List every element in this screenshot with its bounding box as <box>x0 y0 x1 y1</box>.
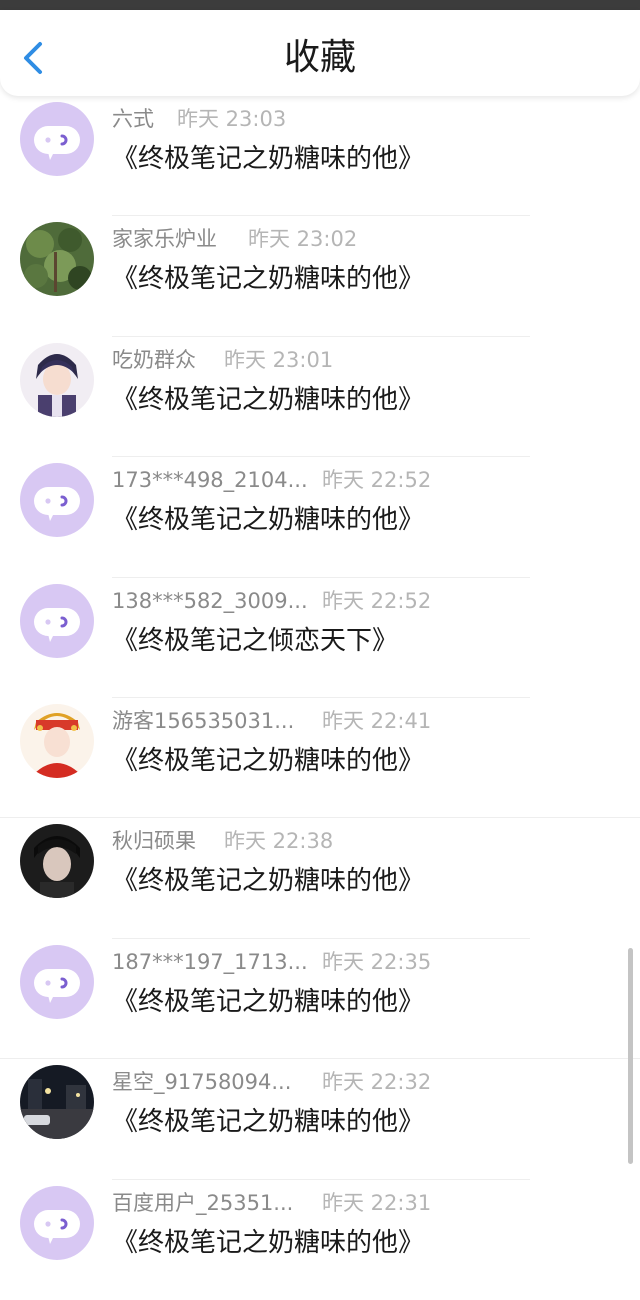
username: 游客156535031... <box>112 708 295 733</box>
list-item[interactable]: 173***498_2104... 昨天 22:52 《终极笔记之奶糖味的他》 <box>0 457 640 578</box>
default-chat-avatar[interactable] <box>20 463 94 538</box>
list-item[interactable]: 游客156535031... 昨天 22:41 《终极笔记之奶糖味的他》 <box>0 698 640 819</box>
user-avatar[interactable] <box>20 1065 94 1140</box>
username: 秋归硕果 <box>112 829 196 854</box>
username: 173***498_2104... <box>112 468 308 493</box>
default-chat-avatar[interactable] <box>20 944 94 1019</box>
list-item[interactable]: 吃奶群众 昨天 23:01 《终极笔记之奶糖味的他》 <box>0 337 640 458</box>
book-title[interactable]: 《终极笔记之奶糖味的他》 <box>112 501 424 539</box>
username: 星空_91758094... <box>112 1070 292 1095</box>
user-avatar[interactable] <box>20 342 94 417</box>
username: 六式 <box>112 107 154 131</box>
username: 家家乐炉业 <box>112 227 217 252</box>
timestamp: 昨天 22:35 <box>322 949 432 974</box>
user-avatar[interactable] <box>20 222 94 297</box>
user-avatar[interactable] <box>20 703 94 778</box>
scrollbar[interactable] <box>628 948 633 1164</box>
book-title[interactable]: 《终极笔记之奶糖味的他》 <box>112 260 424 298</box>
timestamp: 昨天 22:38 <box>224 829 334 854</box>
default-chat-avatar[interactable] <box>20 102 94 176</box>
page-title: 收藏 <box>283 37 356 78</box>
timestamp: 昨天 22:32 <box>322 1070 432 1095</box>
list-item[interactable]: 秋归硕果 昨天 22:38 《终极笔记之奶糖味的他》 <box>0 818 640 939</box>
default-chat-avatar[interactable] <box>20 1185 94 1260</box>
timestamp: 昨天 22:52 <box>322 468 432 493</box>
timestamp: 昨天 22:41 <box>322 708 432 733</box>
username: 187***197_1713... <box>112 949 308 974</box>
book-title[interactable]: 《终极笔记之倾恋天下》 <box>112 622 398 660</box>
status-bar-strip <box>0 0 640 10</box>
book-title[interactable]: 《终极笔记之奶糖味的他》 <box>112 1224 424 1262</box>
timestamp: 昨天 22:52 <box>322 588 432 613</box>
username: 吃奶群众 <box>112 347 196 372</box>
user-avatar[interactable] <box>20 824 94 899</box>
book-title[interactable]: 《终极笔记之奶糖味的他》 <box>112 862 424 900</box>
list-item[interactable]: 六式 昨天 23:03 《终极笔记之奶糖味的他》 <box>0 96 640 217</box>
list-item[interactable]: 星空_91758094... 昨天 22:32 《终极笔记之奶糖味的他》 <box>0 1059 640 1180</box>
list-item[interactable]: 187***197_1713... 昨天 22:35 《终极笔记之奶糖味的他》 <box>0 939 640 1060</box>
username: 百度用户_25351... <box>112 1190 294 1215</box>
book-title[interactable]: 《终极笔记之奶糖味的他》 <box>112 381 424 419</box>
book-title[interactable]: 《终极笔记之奶糖味的他》 <box>112 140 424 178</box>
username: 138***582_3009... <box>112 588 308 613</box>
timestamp: 昨天 22:31 <box>322 1190 432 1215</box>
book-title[interactable]: 《终极笔记之奶糖味的他》 <box>112 742 424 780</box>
top-bar: 收藏 <box>0 10 640 96</box>
book-title[interactable]: 《终极笔记之奶糖味的他》 <box>112 983 424 1021</box>
favorites-list: 六式 昨天 23:03 《终极笔记之奶糖味的他》 家家乐炉业 昨天 23:02 … <box>0 96 640 1300</box>
timestamp: 昨天 23:03 <box>177 107 287 131</box>
list-item[interactable]: 138***582_3009... 昨天 22:52 《终极笔记之倾恋天下》 <box>0 578 640 698</box>
list-item[interactable]: 家家乐炉业 昨天 23:02 《终极笔记之奶糖味的他》 <box>0 216 640 337</box>
book-title[interactable]: 《终极笔记之奶糖味的他》 <box>112 1103 424 1141</box>
timestamp: 昨天 23:02 <box>248 227 358 252</box>
list-item[interactable]: 百度用户_25351... 昨天 22:31 《终极笔记之奶糖味的他》 <box>0 1180 640 1300</box>
default-chat-avatar[interactable] <box>20 583 94 658</box>
timestamp: 昨天 23:01 <box>224 347 334 372</box>
